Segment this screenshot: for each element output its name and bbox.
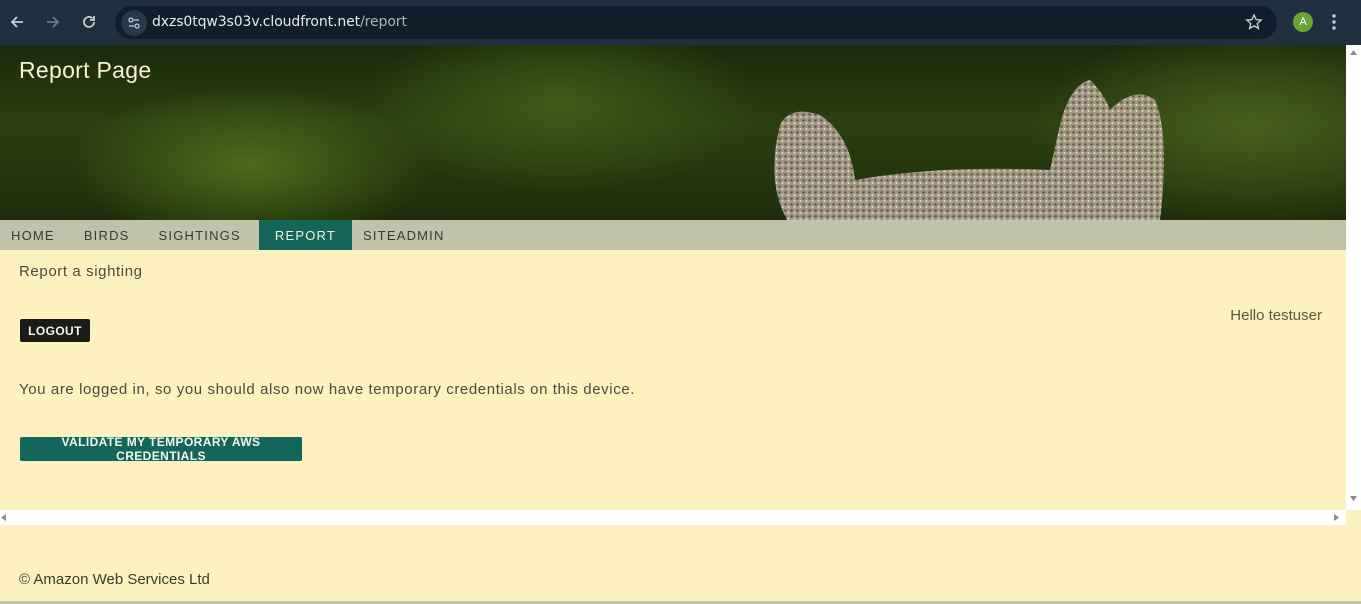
- page-title: Report Page: [19, 57, 152, 83]
- logout-button[interactable]: LOGOUT: [20, 319, 90, 342]
- star-icon[interactable]: [1245, 13, 1263, 36]
- site-info-icon[interactable]: [121, 10, 147, 36]
- header-banner: Report Page: [0, 45, 1346, 220]
- kebab-menu-icon[interactable]: [1331, 13, 1337, 36]
- main-nav: HOME BIRDS SIGHTINGS REPORT SITEADMIN: [0, 220, 1346, 250]
- nav-item-sightings[interactable]: SIGHTINGS: [148, 220, 259, 250]
- url-host: dxzs0tqw3s03v.cloudfront.net: [152, 14, 361, 30]
- profile-avatar[interactable]: A: [1293, 12, 1313, 32]
- page-footer: © Amazon Web Services Ltd: [0, 525, 1361, 604]
- scroll-arrows-icon: [1350, 50, 1357, 501]
- back-icon[interactable]: [6, 11, 28, 33]
- reload-icon[interactable]: [78, 11, 100, 33]
- forward-icon[interactable]: [42, 11, 64, 33]
- main-content: Report a sighting Hello testuser LOGOUT …: [0, 250, 1346, 510]
- page-viewport: Report Page HOME BIRDS SIGHTINGS REPORT …: [0, 45, 1361, 604]
- url-path: /report: [360, 14, 407, 30]
- address-bar[interactable]: dxzs0tqw3s03v.cloudfront.net/report: [115, 6, 1277, 39]
- user-greeting: Hello testuser: [1230, 307, 1322, 324]
- scroll-arrows-icon: [1, 514, 1339, 521]
- nav-item-home[interactable]: HOME: [0, 220, 73, 250]
- nav-item-siteadmin[interactable]: SITEADMIN: [352, 220, 463, 250]
- section-subtitle: Report a sighting: [19, 263, 143, 280]
- browser-toolbar: dxzs0tqw3s03v.cloudfront.net/report A: [0, 0, 1361, 45]
- nav-item-report[interactable]: REPORT: [258, 220, 352, 250]
- validate-credentials-button[interactable]: VALIDATE MY TEMPORARY AWS CREDENTIALS: [20, 435, 302, 463]
- vertical-scrollbar[interactable]: [1346, 45, 1361, 510]
- copyright-text: © Amazon Web Services Ltd: [19, 571, 210, 588]
- url-text: dxzs0tqw3s03v.cloudfront.net/report: [152, 14, 407, 30]
- bird-image: [774, 80, 1164, 220]
- nav-item-birds[interactable]: BIRDS: [73, 220, 148, 250]
- login-status-message: You are logged in, so you should also no…: [19, 381, 636, 398]
- horizontal-scrollbar[interactable]: [0, 510, 1346, 525]
